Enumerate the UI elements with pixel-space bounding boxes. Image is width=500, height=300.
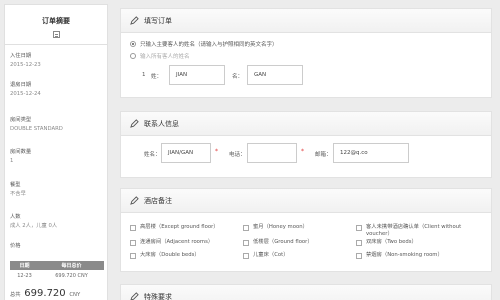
contact-name-label: 姓名： — [144, 152, 161, 158]
guests-section: 人数 成人 2人，儿童 0人 — [10, 214, 57, 230]
meal-section: 餐型 不含早 — [10, 182, 26, 198]
phone-required-mark: * — [301, 148, 304, 155]
fill-order-card: 填写订单 只输入主要客人的姓名（请输入与护照相同的英文名字） 输入所有客人的姓名… — [120, 8, 492, 98]
checkbox[interactable] — [356, 252, 362, 259]
checkbox[interactable] — [356, 224, 362, 231]
pencil-icon — [130, 196, 139, 205]
radio-all-guests[interactable]: 输入所有客人的姓名 — [130, 52, 190, 60]
checkbox[interactable] — [243, 224, 249, 231]
checkbox[interactable] — [130, 224, 136, 231]
fill-order-title: 填写订单 — [144, 17, 172, 25]
surname-label: 姓： — [151, 74, 163, 80]
room-type-value: DOUBLE STANDARD — [10, 126, 63, 132]
price-cell-amount: 699.720 CNY — [55, 272, 88, 279]
checkout-section: 退房日期 2015-12-24 — [10, 82, 41, 98]
remark-no-voucher[interactable]: 客人未携带酒店确认单（Client without voucher） — [356, 224, 484, 238]
checkin-section: 入住日期 2015-12-23 — [10, 53, 41, 69]
price-cell-date: 12-23 — [17, 272, 32, 279]
hotel-remarks-card: 酒店备注 高层楼（Except ground floor） 蜜月（Honey m… — [120, 188, 492, 272]
summary-title: 订单摘要 — [42, 17, 70, 25]
remark-label: 禁烟房（Non-smoking room） — [366, 252, 443, 258]
fill-order-header: 填写订单 — [121, 9, 491, 33]
contact-card: 联系人信息 姓名： JIAN/GAN * 电话： * 邮箱： 122@q.co — [120, 111, 492, 178]
remark-label: 双床房（Two beds） — [366, 239, 417, 245]
remark-cot[interactable]: 儿童床（Cot） — [243, 252, 289, 259]
checkout-label: 退房日期 — [10, 82, 32, 88]
summary-divider — [5, 44, 107, 45]
checkbox[interactable] — [243, 252, 249, 259]
remark-label: 低楼层（Ground floor） — [253, 239, 313, 245]
special-header: 特殊要求 — [121, 285, 491, 300]
surname-input[interactable]: JIAN — [169, 65, 225, 85]
pencil-icon — [130, 119, 139, 128]
room-type-section: 房间类型 DOUBLE STANDARD — [10, 117, 63, 133]
room-count-value: 1 — [10, 158, 14, 164]
guests-value: 成人 2人，儿童 0人 — [10, 223, 58, 229]
remark-label: 大床房（Double beds） — [140, 252, 200, 258]
contact-phone-input[interactable] — [247, 143, 297, 163]
given-name-label: 名： — [232, 74, 244, 80]
meal-label: 餐型 — [10, 182, 21, 188]
contact-email-label: 邮箱： — [315, 152, 332, 158]
pencil-icon — [130, 292, 139, 300]
meal-value: 不含早 — [10, 191, 26, 197]
contact-header: 联系人信息 — [121, 112, 491, 136]
radio-all-guests-label: 输入所有客人的姓名 — [140, 54, 190, 60]
total-amount: 699.720 — [24, 288, 66, 299]
total-price: 总共 699.720 CNY — [10, 288, 80, 299]
room-count-section: 房间数量 1 — [10, 149, 31, 165]
remark-non-smoking[interactable]: 禁烟房（Non-smoking room） — [356, 252, 443, 259]
room-count-label: 房间数量 — [10, 149, 32, 155]
remark-label: 儿童床（Cot） — [253, 252, 289, 258]
price-header-daily-total: 每日总价 — [39, 261, 104, 270]
special-title: 特殊要求 — [144, 293, 172, 300]
table-row: 12-23 699.720 CNY — [10, 270, 104, 281]
remark-adjacent-rooms[interactable]: 连通房间（Adjacent rooms） — [130, 239, 213, 246]
remark-high-floor[interactable]: 高层楼（Except ground floor） — [130, 224, 219, 231]
document-icon — [52, 31, 60, 38]
checkbox[interactable] — [130, 252, 136, 259]
given-name-input[interactable]: GAN — [247, 65, 303, 85]
remark-honeymoon[interactable]: 蜜月（Honey moon） — [243, 224, 308, 231]
radio-main-guest-label: 只输入主要客人的姓名（请输入与护照相同的英文名字） — [140, 42, 278, 48]
remark-label: 客人未携带酒店确认单（Client without voucher） — [366, 224, 462, 237]
radio-main-guest[interactable]: 只输入主要客人的姓名（请输入与护照相同的英文名字） — [130, 40, 278, 48]
remarks-header: 酒店备注 — [121, 189, 491, 213]
checkbox[interactable] — [130, 239, 136, 246]
remarks-title: 酒店备注 — [144, 197, 172, 205]
remark-label: 高层楼（Except ground floor） — [140, 224, 219, 230]
total-currency: CNY — [69, 292, 81, 298]
contact-name-input[interactable]: JIAN/GAN — [161, 143, 211, 163]
special-requests-card: 特殊要求 — [120, 284, 492, 300]
checkbox[interactable] — [356, 239, 362, 246]
radio-main-guest-dot[interactable] — [130, 41, 136, 47]
contact-email-input[interactable]: 122@q.co — [333, 143, 409, 163]
checkout-value: 2015-12-24 — [10, 91, 41, 97]
checkbox[interactable] — [243, 239, 249, 246]
remark-label: 蜜月（Honey moon） — [253, 224, 308, 230]
remark-double-beds[interactable]: 大床房（Double beds） — [130, 252, 200, 259]
price-table: 日期 每日总价 12-23 699.720 CNY — [10, 261, 104, 281]
radio-all-guests-dot[interactable] — [130, 53, 136, 59]
price-label: 价格 — [10, 243, 21, 249]
guests-label: 人数 — [10, 214, 21, 220]
pencil-icon — [130, 16, 139, 25]
price-header-date: 日期 — [10, 261, 39, 270]
checkin-label: 入住日期 — [10, 53, 32, 59]
contact-phone-label: 电话： — [229, 152, 246, 158]
contact-title: 联系人信息 — [144, 120, 179, 128]
checkin-value: 2015-12-23 — [10, 62, 41, 68]
price-section: 价格 — [10, 243, 21, 250]
remark-two-beds[interactable]: 双床房（Two beds） — [356, 239, 417, 246]
guest-row-index: 1 — [142, 72, 146, 78]
remark-ground-floor[interactable]: 低楼层（Ground floor） — [243, 239, 313, 246]
room-type-label: 房间类型 — [10, 117, 32, 123]
name-required-mark: * — [215, 148, 218, 155]
remark-label: 连通房间（Adjacent rooms） — [140, 239, 214, 245]
order-summary-panel: 订单摘要 入住日期 2015-12-23 退房日期 2015-12-24 房间类… — [4, 4, 108, 300]
price-table-header: 日期 每日总价 — [10, 261, 104, 270]
total-label: 总共 — [10, 292, 21, 298]
